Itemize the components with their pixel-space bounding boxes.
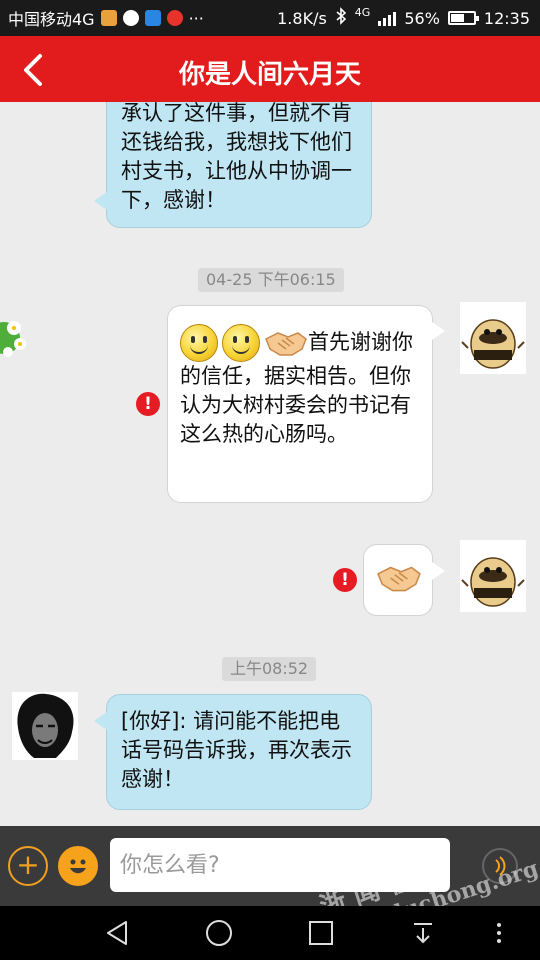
- send-failed-icon[interactable]: !: [136, 392, 160, 416]
- message-text: 承认了这件事，但就不肯还钱给我，我想找下他们村支书，让他从中协调一下，感谢！: [121, 102, 352, 212]
- timestamp: 04-25 下午06:15: [198, 268, 344, 292]
- message-input-bar: +: [0, 826, 540, 906]
- contact-avatar[interactable]: [12, 692, 78, 760]
- bubble-tail: [432, 562, 445, 580]
- send-failed-icon[interactable]: !: [333, 568, 357, 592]
- message-bubble-incoming[interactable]: [你好]: 请问能不能把电话号码告诉我，再次表示感谢！: [106, 694, 372, 810]
- message-bubble-outgoing[interactable]: [363, 544, 433, 616]
- flower-avatar-partial[interactable]: [0, 314, 30, 366]
- bubble-tail: [432, 322, 445, 340]
- network-type-label: 4G: [354, 5, 371, 19]
- smiley-emoji: [180, 324, 218, 362]
- carrier-label: 中国移动4G: [8, 10, 95, 29]
- handshake-emoji: [265, 332, 307, 356]
- app-notification-icon: [100, 10, 117, 26]
- chat-header: 你是人间六月天: [0, 36, 540, 102]
- bubble-tail: [94, 712, 107, 730]
- clock: 12:35: [483, 8, 530, 28]
- qq-notification-icon: [122, 10, 139, 26]
- my-avatar[interactable]: [460, 302, 526, 374]
- triangle-back-icon: [107, 921, 127, 945]
- nav-menu-button[interactable]: [484, 918, 514, 948]
- square-recent-icon: [309, 921, 333, 945]
- my-avatar[interactable]: [460, 540, 526, 612]
- message-bubble-incoming[interactable]: 承认了这件事，但就不肯还钱给我，我想找下他们村支书，让他从中协调一下，感谢！: [106, 102, 372, 228]
- more-notifications-label: ···: [188, 8, 204, 28]
- smiley-emoji: [222, 324, 260, 362]
- signal-icon: [378, 10, 397, 26]
- weibo-notification-icon: [166, 10, 183, 26]
- flower-icon: [0, 321, 26, 357]
- plus-icon: +: [16, 848, 40, 881]
- nav-home-button[interactable]: [204, 918, 234, 948]
- emoji-button[interactable]: [58, 846, 98, 886]
- cartoon-avatar-icon: [460, 540, 526, 612]
- smiley-icon: [70, 859, 86, 874]
- circle-home-icon: [206, 920, 232, 946]
- message-text: [你好]: 请问能不能把电话号码告诉我，再次表示感谢！: [121, 709, 352, 791]
- bubble-tail: [94, 192, 107, 210]
- plus-button[interactable]: +: [8, 846, 48, 886]
- vertical-dots-icon: [497, 923, 501, 943]
- cartoon-avatar-icon: [460, 302, 526, 374]
- system-nav-bar: [0, 906, 540, 960]
- battery-icon: [447, 11, 479, 25]
- timestamp: 上午08:52: [222, 657, 317, 681]
- microphone-icon: [495, 856, 506, 876]
- message-bubble-outgoing[interactable]: 首先谢谢你的信任，据实相告。但你认为大树村委会的书记有这么热的心肠吗。: [167, 305, 433, 503]
- network-speed: 1.8K/s: [277, 8, 327, 28]
- handshake-emoji: [377, 566, 421, 592]
- download-icon: [414, 923, 432, 944]
- status-bar: 中国移动4G ··· 1.8K/s 4G 56% 12:35: [0, 0, 540, 36]
- message-list[interactable]: 承认了这件事，但就不肯还钱给我，我想找下他们村支书，让他从中协调一下，感谢！ 0…: [0, 102, 540, 826]
- nav-recent-button[interactable]: [306, 918, 336, 948]
- nav-back-button[interactable]: [102, 918, 132, 948]
- voice-button[interactable]: [482, 848, 518, 884]
- chat-title: 你是人间六月天: [178, 60, 361, 90]
- portrait-avatar-icon: [12, 692, 78, 760]
- battery-percent: 56%: [404, 8, 440, 28]
- nav-notification-button[interactable]: [408, 918, 438, 948]
- browser-notification-icon: [144, 10, 161, 26]
- message-input[interactable]: [110, 838, 450, 892]
- bluetooth-icon: [335, 7, 347, 29]
